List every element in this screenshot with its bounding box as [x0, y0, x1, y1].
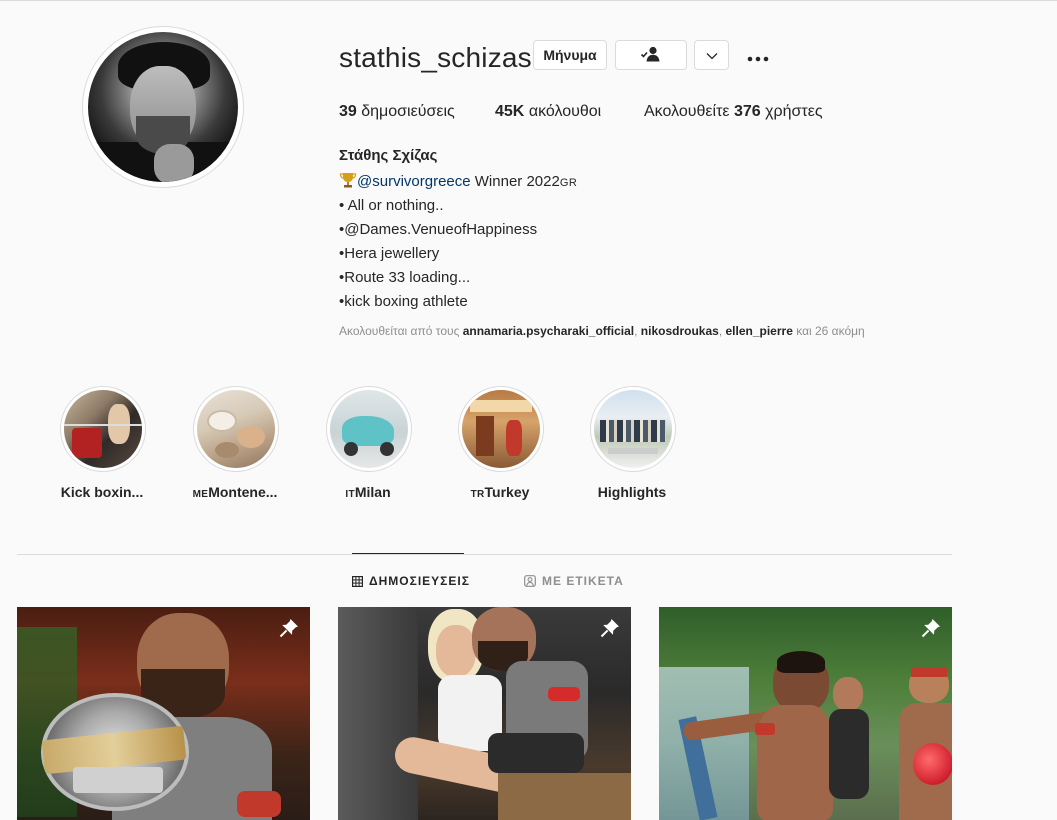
followers-stat[interactable]: 45K ακόλουθοι — [495, 103, 601, 121]
tab-posts[interactable]: ΔΗΜΟΣΙΕΥΣΕΙΣ — [352, 574, 470, 588]
post-thumbnail[interactable] — [338, 607, 631, 820]
avatar-photo — [88, 32, 238, 182]
post-thumbnail[interactable] — [17, 607, 310, 820]
highlight-label: MEMontene... — [175, 483, 295, 504]
tab-tagged-label: ΜΕ ΕΤΙΚΕΤΑ — [542, 574, 624, 588]
highlight-title: Montene... — [208, 484, 278, 500]
highlight-ring — [193, 386, 279, 472]
pin-icon — [599, 617, 621, 639]
bio-flag-text: GR — [559, 177, 578, 189]
following-stat[interactable]: Ακολουθείτε 376 χρήστες — [644, 103, 823, 121]
highlight-title: Turkey — [484, 484, 530, 500]
highlight-cover — [64, 390, 142, 468]
tabs-divider — [17, 554, 952, 555]
highlight-title: Kick boxin... — [60, 484, 144, 500]
highlight-label: ITMilan — [308, 483, 428, 504]
highlight-flag: IT — [345, 489, 355, 500]
person-check-icon — [640, 46, 662, 65]
bio-line-6: •kick boxing athlete — [339, 293, 468, 310]
followed-by-user-2[interactable]: nikosdroukas — [641, 324, 719, 338]
followed-by-suffix: και 26 ακόμη — [792, 324, 865, 338]
grid-icon — [352, 575, 363, 587]
trophy-icon — [339, 170, 357, 194]
tab-tagged[interactable]: ΜΕ ΕΤΙΚΕΤΑ — [524, 574, 624, 588]
highlight-flag: ME — [192, 489, 209, 500]
more-options-button[interactable] — [746, 44, 770, 66]
highlight-cover — [330, 390, 408, 468]
post-thumbnail[interactable] — [659, 607, 952, 820]
followers-count: 45K — [495, 103, 525, 120]
followed-by-prefix: Ακολουθείται από τους — [339, 324, 463, 338]
following-button[interactable] — [615, 40, 687, 70]
bio-line-5: •Route 33 loading... — [339, 269, 471, 286]
separator: , — [634, 324, 641, 338]
following-count: 376 — [733, 103, 761, 120]
followed-by-user-3[interactable]: ellen_pierre — [726, 324, 793, 338]
pin-icon — [920, 617, 942, 639]
highlight-label: Highlights — [572, 483, 692, 504]
survivorgreece-mention-link[interactable]: @survivorgreece — [357, 173, 471, 190]
separator: , — [718, 324, 726, 338]
bio-line-4: •Hera jewellery — [339, 245, 440, 262]
highlight-cover — [197, 390, 275, 468]
active-tab-indicator — [352, 553, 464, 554]
tag-person-icon — [524, 575, 536, 587]
more-horizontal-icon — [747, 42, 769, 68]
highlight-cover — [462, 390, 540, 468]
bio: @survivorgreece Winner 2022GR • All or n… — [339, 170, 577, 314]
full-name: Στάθης Σχίζας — [339, 147, 438, 164]
following-prefix: Ακολουθείτε — [644, 103, 730, 120]
pin-icon — [278, 617, 300, 639]
highlight-label: TRTurkey — [440, 483, 560, 504]
highlight-ring — [326, 386, 412, 472]
highlight-ring — [60, 386, 146, 472]
bio-winner-text: Winner 2022 — [470, 173, 560, 190]
username: stathis_schizas — [339, 42, 532, 73]
bio-line-3: •@Dames.VenueofHappiness — [339, 221, 538, 238]
chevron-down-icon — [706, 47, 718, 63]
highlight-flag: TR — [470, 489, 485, 500]
profile-page: stathis_schizas Μήνυμα 39 δημοσιεύσεις 4… — [0, 0, 1057, 820]
suggestions-dropdown-button[interactable] — [694, 40, 729, 70]
posts-count-stat: 39 δημοσιεύσεις — [339, 103, 455, 121]
followers-label: ακόλουθοι — [528, 103, 602, 120]
profile-avatar[interactable] — [82, 26, 244, 188]
highlight-ring — [590, 386, 676, 472]
top-border — [0, 0, 1057, 1]
followed-by[interactable]: Ακολουθείται από τους annamaria.psychara… — [339, 324, 865, 338]
tab-posts-label: ΔΗΜΟΣΙΕΥΣΕΙΣ — [369, 574, 470, 588]
bio-line-1: @survivorgreece Winner 2022GR — [339, 170, 577, 194]
highlight-cover — [594, 390, 672, 468]
highlight-title: Highlights — [597, 484, 667, 500]
posts-count: 39 — [339, 103, 357, 120]
message-button[interactable]: Μήνυμα — [533, 40, 607, 70]
highlight-ring — [458, 386, 544, 472]
highlight-title: Milan — [354, 484, 391, 500]
posts-label: δημοσιεύσεις — [361, 103, 455, 120]
followed-by-user-1[interactable]: annamaria.psycharaki_official — [463, 324, 634, 338]
following-label: χρήστες — [765, 103, 823, 120]
highlight-label: Kick boxin... — [42, 483, 162, 504]
bio-line-2: • All or nothing.. — [339, 197, 444, 214]
